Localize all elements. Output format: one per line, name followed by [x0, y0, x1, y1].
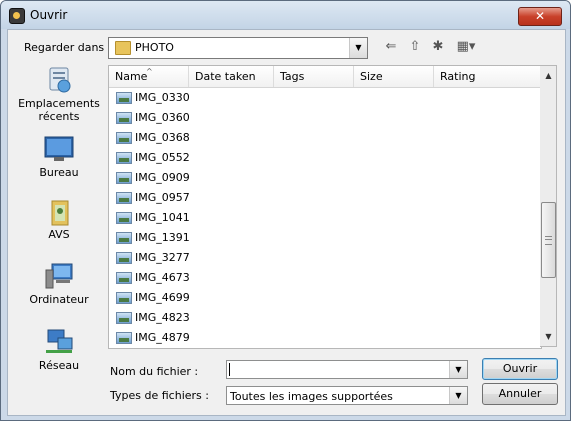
back-arrow-icon[interactable]: ⇐: [382, 39, 400, 55]
vertical-scrollbar[interactable]: ▲ ▼: [540, 65, 557, 347]
close-button[interactable]: ✕: [518, 7, 562, 26]
filetype-value: Toutes les images supportées: [230, 390, 393, 403]
place-label: Ordinateur: [29, 293, 89, 306]
place-network[interactable]: Réseau: [16, 328, 102, 372]
column-header-name[interactable]: ^ Name: [109, 66, 189, 87]
image-file-icon: [116, 252, 132, 264]
image-file-icon: [116, 172, 132, 184]
file-list: ^ Name Date taken Tags Size Rating IMG_0…: [108, 65, 542, 349]
filename-input[interactable]: ▼: [226, 360, 468, 379]
file-name: IMG_4879: [135, 331, 190, 344]
place-label: Réseau: [38, 359, 80, 372]
network-icon: [44, 328, 74, 356]
scroll-up-icon[interactable]: ▲: [540, 67, 557, 84]
recent-places-icon: [44, 66, 74, 94]
computer-icon: [44, 262, 74, 290]
filename-label: Nom du fichier :: [110, 365, 199, 378]
look-in-label: Regarder dans :: [24, 41, 112, 54]
image-file-icon: [116, 292, 132, 304]
folder-icon: [115, 41, 131, 55]
up-folder-icon[interactable]: ⇧: [406, 39, 424, 55]
image-file-icon: [116, 312, 132, 324]
place-desktop[interactable]: Bureau: [16, 135, 102, 179]
image-file-icon: [116, 272, 132, 284]
column-label: Date taken: [195, 70, 256, 83]
column-label: Tags: [280, 70, 305, 83]
file-name: IMG_0909: [135, 171, 190, 184]
filetype-dropdown[interactable]: Toutes les images supportées ▼: [226, 386, 468, 405]
image-file-icon: [116, 152, 132, 164]
place-recent[interactable]: Emplacements récents: [16, 66, 102, 123]
open-dialog: Ouvrir ✕ Regarder dans : PHOTO ▼ ⇐ ⇧ ✱ ▦…: [0, 0, 571, 421]
window-title: Ouvrir: [30, 8, 68, 22]
place-computer[interactable]: Ordinateur: [16, 262, 102, 306]
look-in-value: PHOTO: [135, 41, 174, 54]
image-file-icon: [116, 112, 132, 124]
sort-ascending-icon: ^: [146, 67, 153, 76]
column-header-tags[interactable]: Tags: [274, 66, 354, 87]
column-header-rating[interactable]: Rating: [434, 66, 541, 87]
title-bar[interactable]: Ouvrir ✕: [1, 1, 570, 29]
file-name: IMG_0330: [135, 91, 190, 104]
file-name: IMG_0552: [135, 151, 190, 164]
file-name: IMG_0957: [135, 191, 190, 204]
grip-icon: [545, 236, 552, 245]
image-file-icon: [116, 132, 132, 144]
image-file-icon: [116, 92, 132, 104]
file-name: IMG_0360: [135, 111, 190, 124]
view-menu-icon[interactable]: ▦▾: [452, 39, 480, 55]
open-button[interactable]: Ouvrir: [482, 358, 558, 380]
column-headers: ^ Name Date taken Tags Size Rating: [109, 66, 541, 88]
place-user[interactable]: AVS: [16, 197, 102, 241]
column-label: Rating: [440, 70, 476, 83]
scrollbar-thumb[interactable]: [541, 202, 556, 278]
cancel-button[interactable]: Annuler: [482, 383, 558, 405]
chevron-down-icon[interactable]: ▼: [349, 38, 367, 58]
column-label: Name: [115, 70, 148, 83]
file-name: IMG_4673: [135, 271, 190, 284]
app-icon: [9, 8, 25, 24]
text-caret: [229, 363, 230, 376]
place-label: AVS: [48, 228, 70, 241]
image-file-icon: [116, 232, 132, 244]
look-in-dropdown[interactable]: PHOTO ▼: [108, 37, 368, 59]
place-label: Bureau: [39, 166, 79, 179]
image-file-icon: [116, 212, 132, 224]
image-file-icon: [116, 192, 132, 204]
place-label: Emplacements récents: [18, 97, 100, 123]
file-name: IMG_1391: [135, 231, 190, 244]
scroll-down-icon[interactable]: ▼: [540, 328, 557, 345]
file-name: IMG_3277: [135, 251, 190, 264]
file-name: IMG_1041: [135, 211, 190, 224]
user-folder-icon: [44, 197, 74, 226]
column-header-date-taken[interactable]: Date taken: [189, 66, 274, 87]
column-label: Size: [360, 70, 383, 83]
column-header-size[interactable]: Size: [354, 66, 434, 87]
image-file-icon: [116, 332, 132, 344]
new-folder-icon[interactable]: ✱: [429, 39, 447, 55]
file-name: IMG_0368: [135, 131, 190, 144]
file-name: IMG_4699: [135, 291, 190, 304]
filetype-label: Types de fichiers :: [110, 389, 209, 402]
dialog-body: Regarder dans : PHOTO ▼ ⇐ ⇧ ✱ ▦▾ Emplace…: [7, 29, 566, 416]
file-name: IMG_4823: [135, 311, 190, 324]
chevron-down-icon[interactable]: ▼: [449, 387, 467, 404]
desktop-icon: [44, 135, 74, 163]
chevron-down-icon[interactable]: ▼: [449, 361, 467, 378]
